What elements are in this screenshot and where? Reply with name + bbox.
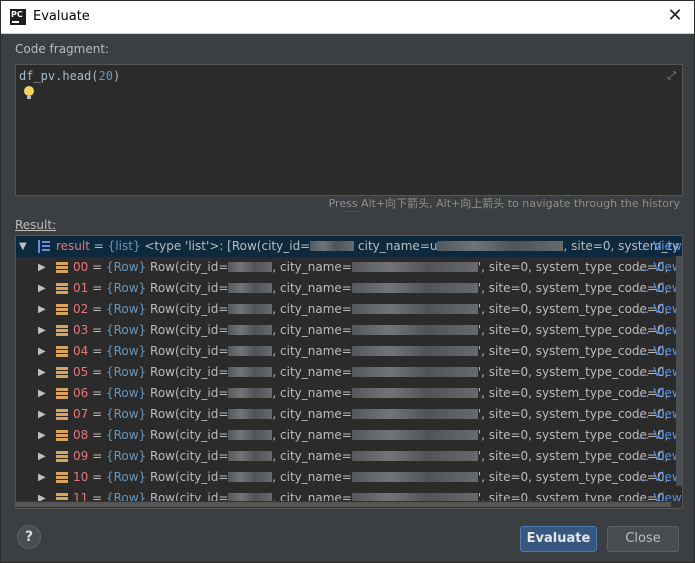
object-icon: [56, 325, 68, 337]
expand-arrow-icon[interactable]: ▶: [38, 320, 46, 341]
result-tree[interactable]: ▼ result = {list} <type 'list'>: [Row(ci…: [15, 235, 683, 509]
result-row[interactable]: ▶ 10 = {Row} Row(city_id=, city_name= ', s…: [16, 467, 682, 488]
expand-arrow-icon[interactable]: ▶: [38, 425, 46, 446]
expand-arrow-icon[interactable]: ▶: [38, 446, 46, 467]
result-row[interactable]: ▶ 08 = {Row} Row(city_id=, city_name= ', s…: [16, 425, 682, 446]
close-button[interactable]: Close: [607, 526, 679, 552]
object-icon: [56, 409, 68, 421]
object-icon: [56, 388, 68, 400]
object-icon: [56, 430, 68, 442]
expand-arrow-icon[interactable]: ▶: [38, 404, 46, 425]
history-hint: Press Alt+向下箭头, Alt+向上箭头 to navigate thr…: [328, 197, 680, 210]
object-icon: [56, 304, 68, 316]
code-text[interactable]: df_pv.head(20): [19, 69, 120, 83]
result-row[interactable]: ▶ 01 = {Row} Row(city_id=, city_name= ', s…: [16, 278, 682, 299]
evaluate-button[interactable]: Evaluate: [520, 526, 597, 552]
expand-arrow-icon[interactable]: ▶: [38, 467, 46, 488]
object-icon: [56, 283, 68, 295]
view-link[interactable]: ... View: [638, 236, 682, 257]
object-icon: [56, 367, 68, 379]
result-label: Result:: [15, 218, 57, 232]
result-row[interactable]: ▶ 06 = {Row} Row(city_id=, city_name= ', s…: [16, 383, 682, 404]
expand-arrow-icon[interactable]: ▶: [38, 257, 46, 278]
vertical-scrollbar[interactable]: [676, 256, 682, 486]
list-icon: [38, 240, 50, 253]
close-icon[interactable]: ✕: [666, 6, 684, 26]
expand-arrow-icon[interactable]: ▶: [38, 278, 46, 299]
expand-arrow-icon[interactable]: ▶: [38, 383, 46, 404]
splitter-handle-icon[interactable]: ⋯⋯: [344, 207, 361, 216]
window-title: Evaluate: [33, 9, 90, 24]
lightbulb-icon[interactable]: [24, 86, 34, 99]
horizontal-scrollbar[interactable]: [16, 501, 682, 508]
result-row[interactable]: ▶ 05 = {Row} Row(city_id=, city_name= ', s…: [16, 362, 682, 383]
object-icon: [56, 472, 68, 484]
code-fragment-label: Code fragment:: [15, 42, 110, 56]
help-button[interactable]: ?: [17, 525, 41, 549]
result-row[interactable]: ▶ 00 = {Row} Row(city_id=, city_name= ', s…: [16, 257, 682, 278]
result-root-row[interactable]: ▼ result = {list} <type 'list'>: [Row(ci…: [16, 236, 682, 257]
result-row[interactable]: ▶ 04 = {Row} Row(city_id=, city_name= ', s…: [16, 341, 682, 362]
code-fragment-editor[interactable]: df_pv.head(20) ⤢: [15, 64, 683, 196]
collapse-arrow-icon[interactable]: ▼: [19, 236, 27, 257]
result-row[interactable]: ▶ 09 = {Row} Row(city_id=, city_name= ', s…: [16, 446, 682, 467]
result-row[interactable]: ▶ 03 = {Row} Row(city_id=, city_name= ', s…: [16, 320, 682, 341]
expand-icon[interactable]: ⤢: [667, 69, 676, 83]
expand-arrow-icon[interactable]: ▶: [38, 341, 46, 362]
expand-arrow-icon[interactable]: ▶: [38, 362, 46, 383]
object-icon: [56, 451, 68, 463]
result-row[interactable]: ▶ 02 = {Row} Row(city_id=, city_name= ', s…: [16, 299, 682, 320]
evaluate-dialog: PC Evaluate ✕ Code fragment: df_pv.head(…: [0, 0, 695, 563]
title-bar: PC Evaluate ✕: [1, 1, 694, 34]
pycharm-icon: PC: [10, 9, 26, 25]
object-icon: [56, 346, 68, 358]
expand-arrow-icon[interactable]: ▶: [38, 299, 46, 320]
object-icon: [56, 262, 68, 274]
result-row[interactable]: ▶ 07 = {Row} Row(city_id=, city_name= ', s…: [16, 404, 682, 425]
